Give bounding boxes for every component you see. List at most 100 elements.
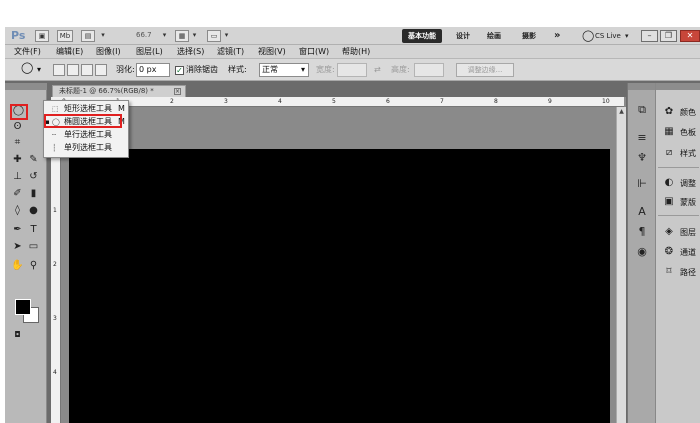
feather-input[interactable]: 0 px [136, 63, 170, 77]
horizontal-ruler[interactable]: 0 1 2 3 4 5 6 7 8 9 10 [51, 97, 624, 107]
quick-mask-icon[interactable]: ◘ [10, 328, 25, 342]
healing-tool-icon[interactable]: ✚ [10, 153, 25, 167]
close-tab-icon[interactable]: × [174, 88, 181, 95]
more-workspaces-button[interactable]: » [554, 29, 560, 43]
rectangle-marquee-icon: ⬚ [52, 105, 59, 113]
cs-live-icon[interactable]: ◯ [582, 29, 594, 43]
panel-paths[interactable]: ⌑ 路径 [656, 263, 700, 283]
menu-file[interactable]: 文件(F) [14, 46, 41, 58]
marquee-tool-highlight [10, 104, 28, 120]
paragraph-panel-icon[interactable]: ¶ [635, 225, 649, 239]
restore-button[interactable]: ❐ [660, 30, 677, 42]
gradient-tool-icon[interactable]: ▮ [26, 187, 41, 201]
blur-tool-icon[interactable]: ◊ [10, 204, 25, 218]
history-brush-tool-icon[interactable]: ↺ [26, 170, 41, 184]
chevron-down-icon[interactable]: ▾ [190, 30, 199, 42]
ruler-label: 6 [386, 98, 390, 105]
width-input[interactable] [337, 63, 367, 77]
vertical-scrollbar[interactable]: ▲ [616, 107, 626, 423]
foreground-color-swatch[interactable] [15, 299, 31, 315]
crop-tool-icon[interactable]: ⌗ [10, 136, 25, 150]
bridge-button[interactable]: ▣ [35, 30, 49, 42]
ellipse-marquee-preset-icon[interactable]: ◯ [21, 62, 33, 74]
brush-tool-icon[interactable]: ✎ [26, 153, 41, 167]
scroll-up-icon[interactable]: ▲ [618, 109, 625, 115]
zoom-level[interactable]: 66.7 [136, 31, 152, 39]
workspace-painting[interactable]: 绘画 [487, 29, 501, 43]
menu-window[interactable]: 窗口(W) [299, 46, 329, 58]
menu-image[interactable]: 图像(I) [96, 46, 121, 58]
cs-live-button[interactable]: CS Live [595, 29, 621, 43]
single-row-marquee-icon: ┄ [52, 131, 57, 139]
close-button[interactable]: ✕ [680, 30, 700, 42]
panel-color[interactable]: ✿ 颜色 [656, 103, 700, 123]
zoom-tool-icon[interactable]: ⚲ [26, 259, 41, 273]
shape-tool-icon[interactable]: ▭ [26, 240, 41, 254]
menu-filter[interactable]: 滤镜(T) [217, 46, 244, 58]
dock-header[interactable] [628, 83, 656, 90]
panel-channels[interactable]: ❂ 通道 [656, 243, 700, 263]
single-row-marquee-item[interactable]: ┄ 单行选框工具 [44, 129, 128, 141]
refine-edge-button[interactable]: 调整边缘... [456, 63, 514, 77]
dodge-tool-icon[interactable]: ● [26, 204, 41, 218]
swap-icon[interactable]: ⇄ [374, 64, 381, 76]
pen-tool-icon[interactable]: ✒ [10, 223, 25, 237]
panel-layers[interactable]: ◈ 图层 [656, 223, 700, 243]
intersect-selection-icon[interactable] [95, 64, 107, 76]
mini-bridge-button[interactable]: Mb [57, 30, 73, 42]
character-panel-icon[interactable]: A [635, 205, 649, 219]
workspace-design[interactable]: 设计 [456, 29, 470, 43]
chevron-down-icon[interactable]: ▾ [625, 29, 629, 43]
single-column-marquee-item[interactable]: ┆ 单列选框工具 [44, 142, 128, 154]
panel-dock-header[interactable] [656, 83, 700, 90]
chevron-down-icon[interactable]: ▾ [37, 64, 41, 76]
menu-bar: 文件(F) 编辑(E) 图像(I) 图层(L) 选择(S) 滤镜(T) 视图(V… [5, 45, 700, 59]
workspace-essentials[interactable]: 基本功能 [402, 29, 442, 43]
ruler-label: 4 [53, 369, 57, 376]
marquee-tool-flyout: ⬚ 矩形选框工具 M ▪ ◯ 椭圆选框工具 M ┄ 单行选框工具 ┆ 单列选框工… [43, 100, 129, 158]
clone-source-panel-icon[interactable]: ♆ [635, 151, 649, 165]
panel-styles[interactable]: ⧄ 样式 [656, 144, 700, 164]
history-panel-icon[interactable]: ⧉ [635, 103, 649, 117]
info-panel-icon[interactable]: ⊩ [635, 177, 649, 191]
chevron-down-icon[interactable]: ▾ [160, 30, 169, 42]
chevron-down-icon[interactable]: ▾ [222, 30, 231, 42]
menu-help[interactable]: 帮助(H) [342, 46, 370, 58]
eraser-tool-icon[interactable]: ✐ [10, 187, 25, 201]
chevron-down-icon[interactable]: ▾ [98, 30, 108, 42]
menu-select[interactable]: 选择(S) [177, 46, 204, 58]
subtract-from-selection-icon[interactable] [81, 64, 93, 76]
swatches-icon: ▦ [664, 126, 674, 137]
menu-view[interactable]: 视图(V) [258, 46, 286, 58]
antialias-checkbox[interactable]: ✓ [175, 66, 184, 75]
new-selection-icon[interactable] [53, 64, 65, 76]
brush-panel-icon[interactable]: ≡ [635, 131, 649, 145]
toolbox-header[interactable] [5, 83, 47, 90]
panel-masks[interactable]: ▣ 蒙版 [656, 193, 700, 213]
height-input[interactable] [414, 63, 444, 77]
menu-edit[interactable]: 编辑(E) [56, 46, 83, 58]
document-tab[interactable]: 未标题-1 @ 66.7%(RGB/8) * × [52, 85, 186, 97]
ruler-label: 5 [332, 98, 336, 105]
ruler-label: 2 [170, 98, 174, 105]
lasso-tool-icon[interactable]: ʘ [10, 120, 25, 134]
minimize-button[interactable]: – [641, 30, 658, 42]
stamp-tool-icon[interactable]: ⊥ [10, 170, 25, 184]
panel-swatches[interactable]: ▦ 色板 [656, 123, 700, 143]
view-extras-button[interactable]: ▤ [81, 30, 95, 42]
ruler-label: 7 [440, 98, 444, 105]
styles-icon: ⧄ [665, 147, 673, 158]
style-select[interactable]: 正常 ▾ [259, 63, 309, 77]
panel-adjustments[interactable]: ◐ 调整 [656, 174, 700, 194]
path-selection-tool-icon[interactable]: ➤ [10, 240, 25, 254]
type-tool-icon[interactable]: T [26, 223, 41, 237]
hand-tool-icon[interactable]: ✋ [10, 259, 25, 273]
menu-layer[interactable]: 图层(L) [136, 46, 163, 58]
arrange-documents-button[interactable]: ▦ [175, 30, 189, 42]
add-to-selection-icon[interactable] [67, 64, 79, 76]
screen-mode-button[interactable]: ▭ [207, 30, 221, 42]
notes-panel-icon[interactable]: ◉ [635, 245, 649, 259]
image-canvas[interactable] [69, 149, 610, 423]
workspace-photography[interactable]: 摄影 [522, 29, 536, 43]
ruler-label: 3 [224, 98, 228, 105]
